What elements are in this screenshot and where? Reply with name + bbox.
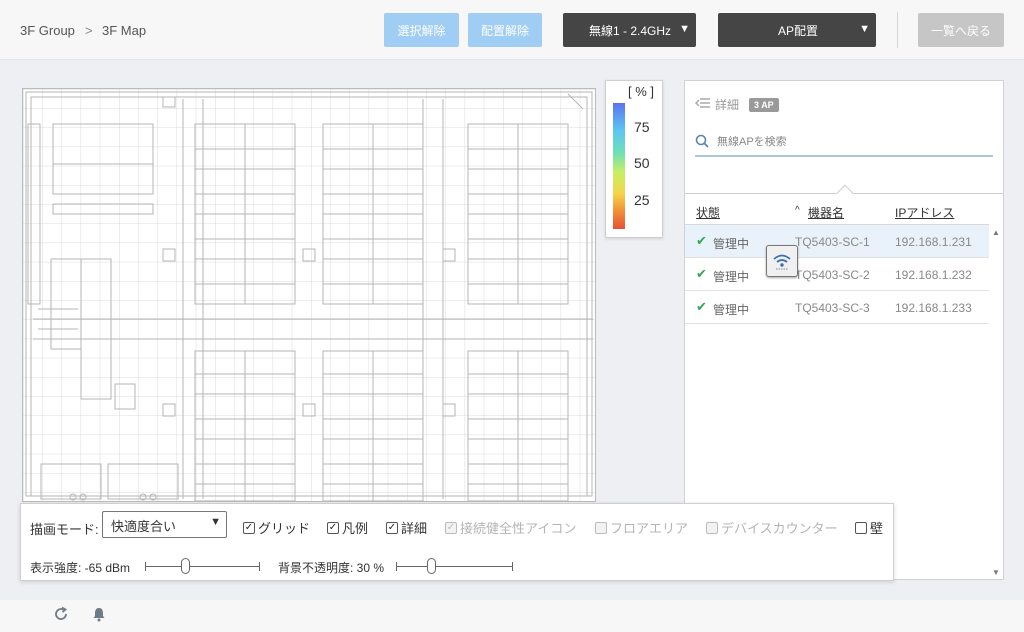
detail-label: 詳細: [401, 521, 428, 536]
legend-tick-75: 75: [634, 119, 650, 135]
display-controls: 描画モード: 快適度合い ▼ ✓ グリッド ✓ 凡例 ✓ 詳細 ✓ 接続健全性ア…: [20, 503, 894, 581]
check-icon: ✔: [696, 233, 707, 248]
column-header-name[interactable]: 機器名: [808, 204, 844, 221]
table-row[interactable]: ✔ 管理中 TQ5403-SC-3 192.168.1.233: [685, 291, 989, 324]
top-bar: 3F Group > 3F Map 選択解除 配置解除 無線1 - 2.4GHz…: [0, 0, 1024, 60]
row-name: TQ5403-SC-1: [795, 235, 870, 249]
search-icon: [695, 134, 709, 151]
row-status: 管理中: [713, 237, 750, 251]
chevron-down-icon: ▼: [210, 516, 221, 528]
device-counter-label: デバイスカウンター: [721, 521, 838, 536]
table-row[interactable]: ✔ 管理中 TQ5403-SC-2 192.168.1.232: [685, 258, 989, 291]
checkbox-empty-icon[interactable]: [855, 521, 867, 534]
panel-header: 詳細 3 AP: [694, 96, 779, 113]
grid-label: グリッド: [258, 521, 311, 536]
mode-select[interactable]: 快適度合い ▼: [102, 511, 227, 538]
breadcrumb-group[interactable]: 3F Group: [20, 23, 75, 38]
row-ip: 192.168.1.231: [895, 235, 972, 249]
band-select[interactable]: 無線1 - 2.4GHz ▼: [563, 13, 696, 47]
health-icon-label: 接続健全性アイコン: [460, 521, 577, 536]
legend-color-bar: [613, 103, 625, 229]
health-icon-checkbox: ✓ 接続健全性アイコン: [445, 518, 576, 537]
panel-title: 詳細: [715, 98, 740, 112]
slider-max-tick: [512, 562, 513, 571]
floor-area-label: フロアエリア: [610, 521, 689, 536]
wifi-icon: [773, 254, 791, 270]
caret-down-icon: ▼: [679, 23, 690, 35]
collapse-list-icon[interactable]: [694, 97, 711, 112]
strength-label: 表示強度: -65 dBm: [30, 561, 131, 575]
legend-checkbox[interactable]: ✓ 凡例: [327, 518, 368, 537]
deselect-button[interactable]: 選択解除: [384, 13, 459, 47]
check-icon: ✔: [696, 266, 707, 281]
legend-label: 凡例: [342, 521, 369, 536]
floor-map[interactable]: [22, 88, 596, 502]
checkbox-disabled-icon: [706, 521, 718, 534]
refresh-icon[interactable]: [53, 606, 69, 626]
legend-unit: [ % ]: [628, 84, 655, 99]
checkbox-checked-icon[interactable]: ✓: [243, 521, 255, 534]
footer-bar: [0, 600, 1024, 632]
panel-notch: [836, 184, 854, 202]
checkbox-checked-icon[interactable]: ✓: [327, 521, 339, 534]
column-header-ip[interactable]: IPアドレス: [895, 204, 954, 221]
checkbox-disabled-checked-icon: ✓: [445, 521, 457, 534]
breadcrumb-map: 3F Map: [102, 23, 147, 38]
strength-slider-thumb[interactable]: [180, 558, 190, 574]
device-counter-checkbox: デバイスカウンター: [706, 518, 838, 537]
column-header-status[interactable]: 状態: [696, 204, 720, 221]
slider-min-tick: [145, 562, 146, 571]
row-status: 管理中: [713, 270, 750, 284]
bell-icon[interactable]: [91, 606, 107, 626]
back-to-list-button[interactable]: 一覧へ戻る: [918, 13, 1004, 47]
row-name: TQ5403-SC-3: [795, 301, 870, 315]
row-ip: 192.168.1.232: [895, 268, 972, 282]
access-point-drag-icon[interactable]: [766, 245, 798, 277]
strength-slider[interactable]: [145, 558, 260, 574]
caret-down-icon: ▼: [859, 23, 870, 35]
wall-label: 壁: [870, 521, 884, 536]
row-ip: 192.168.1.233: [895, 301, 972, 315]
band-select-label: 無線1 - 2.4GHz: [589, 23, 672, 38]
slider-max-tick: [259, 562, 260, 571]
floor-area-checkbox: フロアエリア: [595, 518, 688, 537]
detail-checkbox[interactable]: ✓ 詳細: [386, 518, 427, 537]
opacity-slider-thumb[interactable]: [426, 558, 436, 574]
row-status: 管理中: [713, 303, 750, 317]
unplace-button[interactable]: 配置解除: [468, 13, 542, 47]
ap-count-badge: 3 AP: [749, 97, 779, 112]
search-input[interactable]: [717, 136, 977, 148]
floor-plan-drawing: [23, 89, 595, 501]
mode-label: 描画モード:: [30, 522, 99, 537]
scroll-up-icon[interactable]: ▲: [992, 228, 1000, 237]
sort-asc-icon[interactable]: ^: [795, 205, 800, 216]
opacity-label: 背景不透明度: 30 %: [278, 561, 385, 575]
checkbox-checked-icon[interactable]: ✓: [386, 521, 398, 534]
grid-checkbox[interactable]: ✓ グリッド: [243, 518, 310, 537]
check-icon: ✔: [696, 299, 707, 314]
ap-place-label: AP配置: [778, 23, 819, 38]
table-row[interactable]: ✔ 管理中 TQ5403-SC-1 192.168.1.231: [685, 225, 989, 258]
heatmap-legend: [ % ] 75 50 25: [605, 80, 663, 238]
slider-min-tick: [396, 562, 397, 571]
breadcrumb-separator: >: [85, 23, 93, 38]
ap-search[interactable]: [695, 129, 993, 157]
opacity-slider[interactable]: [396, 558, 513, 574]
ap-place-select[interactable]: AP配置 ▼: [718, 13, 876, 47]
scroll-down-icon[interactable]: ▼: [992, 568, 1000, 577]
mode-select-value: 快適度合い: [111, 519, 177, 534]
row-name: TQ5403-SC-2: [795, 268, 870, 282]
legend-tick-50: 50: [634, 155, 650, 171]
wall-checkbox[interactable]: 壁: [855, 518, 883, 537]
legend-tick-25: 25: [634, 192, 650, 208]
panel-scrollbar[interactable]: ▲ ▼: [989, 224, 1004, 579]
checkbox-disabled-icon: [595, 521, 607, 534]
toolbar-divider: [897, 12, 898, 48]
